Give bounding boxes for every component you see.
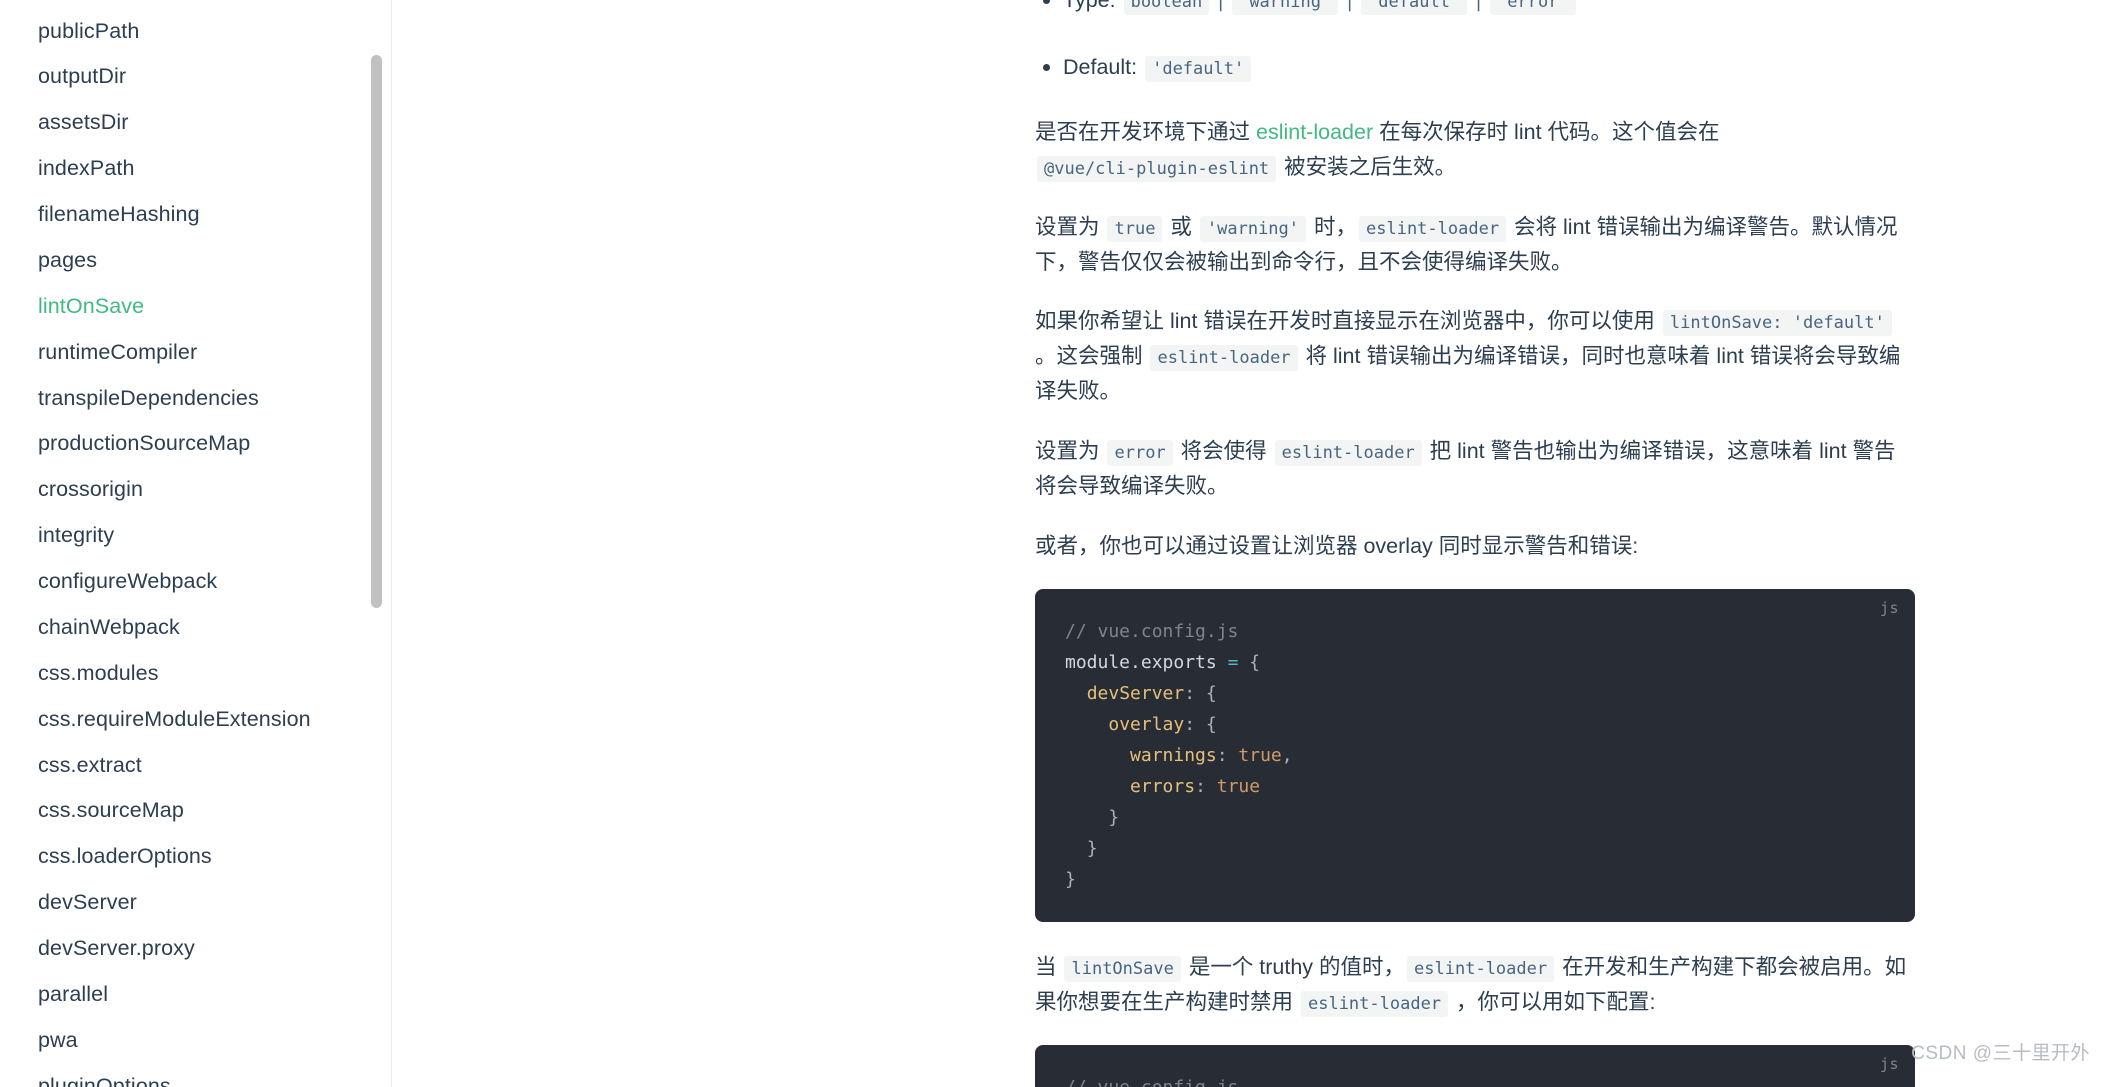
sidebar-item-transpileDependencies[interactable]: transpileDependencies [0,375,391,421]
code-eslint-loader-1: eslint-loader [1359,215,1507,242]
csdn-watermark: CSDN @三十里开外 [1911,1043,2090,1064]
type-value-warning: 'warning' [1232,0,1339,15]
sidebar-item-pluginOptions[interactable]: pluginOptions [0,1063,391,1087]
code-eslint-loader-3: eslint-loader [1274,439,1422,466]
paragraph-browser-display: 如果你希望让 lint 错误在开发时直接显示在浏览器中，你可以使用 lintOn… [1035,304,1915,408]
main-content: Type: boolean | 'warning' | 'default' | 'error… [392,0,2112,1087]
sidebar-item-css-loaderOptions[interactable]: css.loaderOptions [0,834,391,880]
paragraph-truthy: 当 lintOnSave 是一个 truthy 的值时， eslint-loade… [1035,950,1915,1020]
sidebar-item-outputDir[interactable]: outputDir [0,54,391,100]
type-separator-2: | [1344,0,1356,12]
article-body: Type: boolean | 'warning' | 'default' | 'error… [1035,0,1915,1087]
code-comment-2: // vue.config.js [1065,1077,1238,1087]
code-comment-1: // vue.config.js [1065,621,1239,643]
sidebar-item-pages[interactable]: pages [0,237,391,283]
sidebar-item-productionSourceMap[interactable]: productionSourceMap [0,421,391,467]
sidebar-item-configureWebpack[interactable]: configureWebpack [0,559,391,605]
code-lang-label-1: js [1879,599,1899,618]
meta-item-default: Default: 'default' [1035,49,1915,86]
type-value-error: 'error' [1490,0,1576,15]
p6-text-b: 是一个 truthy 的值时， [1182,954,1406,979]
sidebar-item-devServer-proxy[interactable]: devServer.proxy [0,926,391,972]
sidebar-item-css-modules[interactable]: css.modules [0,650,391,696]
sidebar-item-css-sourceMap[interactable]: css.sourceMap [0,788,391,834]
code-block-lintonsave-production: js // vue.config.js module.exports = { l… [1035,1044,1915,1087]
sidebar-item-css-requireModuleExtension[interactable]: css.requireModuleExtension [0,696,391,742]
option-meta-list: Type: boolean | 'warning' | 'default' | 'error… [1035,0,1915,85]
sidebar-navigation: publicPath outputDir assetsDir indexPath… [0,0,392,1087]
sidebar-item-devServer[interactable]: devServer [0,880,391,926]
paragraph-overlay-intro: 或者，你也可以通过设置让浏览器 overlay 同时显示警告和错误: [1035,533,1639,558]
p3-text-b: 。这会强制 [1035,344,1149,369]
paragraph-true-warning: 设置为 true 或 'warning' 时， eslint-loader 会将 … [1035,210,1915,280]
code-eslint-loader-2: eslint-loader [1150,345,1298,372]
sidebar-item-parallel[interactable]: parallel [0,971,391,1017]
sidebar-item-lintOnSave[interactable]: lintOnSave [0,283,391,329]
code-block-overlay: js // vue.config.js module.exports = { d… [1035,589,1915,922]
p6-text-a: 当 [1035,954,1063,979]
default-value: 'default' [1145,55,1252,82]
default-label: Default: [1063,54,1138,79]
sidebar-item-assetsDir[interactable]: assetsDir [0,100,391,146]
type-label: Type: [1063,0,1116,12]
code-lintonsave-default: lintOnSave: 'default' [1662,310,1892,337]
type-value-boolean: boolean [1123,0,1210,15]
sidebar-scrollbar-thumb[interactable] [371,55,382,608]
eslint-loader-link[interactable]: eslint-loader [1256,120,1373,144]
sidebar-item-indexPath[interactable]: indexPath [0,146,391,192]
meta-item-type: Type: boolean | 'warning' | 'default' | 'error… [1035,0,1915,19]
type-separator-1: | [1215,0,1227,12]
code-warning: 'warning' [1199,215,1307,242]
code-eslint-loader-4: eslint-loader [1407,955,1555,982]
p2-text-b: 或 [1164,214,1198,239]
p2-text-c: 时， [1308,214,1357,239]
code-error: error [1107,439,1173,466]
p1-text-a: 是否在开发环境下通过 [1035,120,1256,145]
sidebar-item-list: publicPath outputDir assetsDir indexPath… [0,0,391,1087]
code-vue-cli-plugin-eslint: @vue/cli-plugin-eslint [1037,155,1277,182]
sidebar-item-pwa[interactable]: pwa [0,1017,391,1063]
sidebar-item-publicPath[interactable]: publicPath [0,8,391,54]
sidebar-item-filenameHashing[interactable]: filenameHashing [0,192,391,238]
code-eslint-loader-5: eslint-loader [1300,990,1449,1017]
p6-text-d: ，你可以用如下配置: [1450,989,1656,1014]
p1-text-c: 被安装之后生效。 [1278,154,1457,179]
p4-text-b: 将会使得 [1174,438,1273,463]
sidebar-item-integrity[interactable]: integrity [0,513,391,559]
sidebar-item-css-extract[interactable]: css.extract [0,742,391,788]
code-lang-label-2: js [1879,1054,1899,1073]
p3-text-a: 如果你希望让 lint 错误在开发时直接显示在浏览器中，你可以使用 [1035,309,1661,334]
sidebar-item-runtimeCompiler[interactable]: runtimeCompiler [0,329,391,375]
p4-text-a: 设置为 [1035,438,1106,463]
p2-text-a: 设置为 [1035,214,1106,239]
code-content-1: // vue.config.js module.exports = { devS… [1065,621,1293,890]
code-lintonsave: lintOnSave [1064,955,1181,982]
paragraph-intro: 是否在开发环境下通过 eslint-loader 在每次保存时 lint 代码。… [1035,115,1915,185]
p1-text-b: 在每次保存时 lint 代码。这个值会在 [1373,120,1720,145]
sidebar-scrollbar-track[interactable] [371,0,382,1087]
sidebar-item-chainWebpack[interactable]: chainWebpack [0,604,391,650]
documentation-page: publicPath outputDir assetsDir indexPath… [0,0,2112,1087]
type-separator-3: | [1473,0,1485,12]
code-true: true [1107,215,1163,242]
paragraph-error-setting: 设置为 error 将会使得 eslint-loader 把 lint 警告也输… [1035,434,1915,504]
sidebar-item-crossorigin[interactable]: crossorigin [0,467,391,513]
type-value-default: 'default' [1361,0,1468,15]
code-content-2: // vue.config.js module.exports = { lint… [1065,1073,1885,1087]
